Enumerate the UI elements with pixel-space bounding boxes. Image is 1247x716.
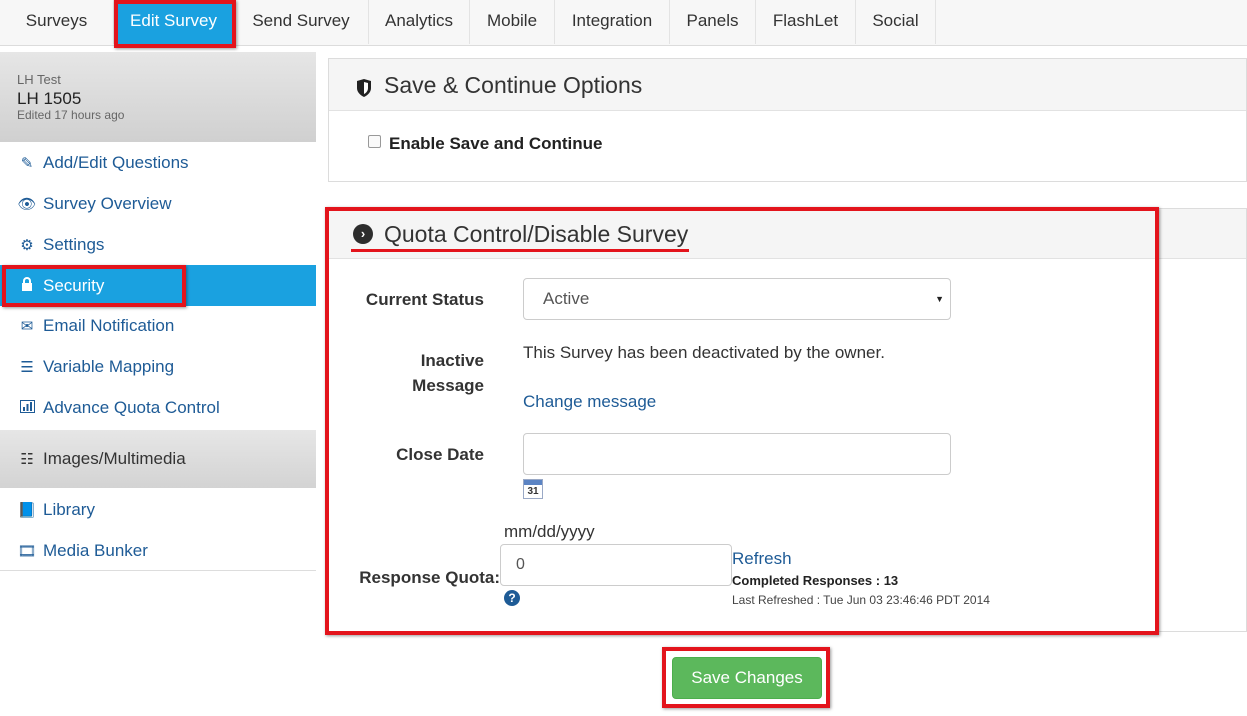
sidebar-item-label: Media Bunker: [43, 541, 148, 560]
sidebar-item-variable-mapping[interactable]: ☰ Variable Mapping: [0, 346, 316, 387]
sidebar-item-label: Settings: [43, 235, 105, 254]
caret-down-icon: ▼: [935, 294, 944, 304]
sidebar-item-label: Library: [43, 500, 95, 519]
book-icon: 📘: [17, 502, 37, 519]
last-refreshed: Last Refreshed : Tue Jun 03 23:46:46 PDT…: [732, 593, 990, 607]
sidebar-item-library[interactable]: 📘 Library: [0, 489, 316, 530]
save-continue-panel: Save & Continue Options Enable Save and …: [328, 58, 1247, 182]
sidebar-item-label: Add/Edit Questions: [43, 153, 189, 172]
envelope-icon: ✉: [20, 318, 34, 335]
current-status-select[interactable]: Active ▼: [523, 278, 951, 320]
change-message-link[interactable]: Change message: [523, 392, 656, 412]
survey-header: LH Test LH 1505 Edited 17 hours ago: [0, 52, 316, 142]
tab-integration[interactable]: Integration: [555, 0, 670, 44]
close-date-label: Close Date: [396, 445, 484, 464]
sidebar-item-label: Email Notification: [43, 316, 175, 335]
bar-chart-icon: [17, 388, 37, 429]
enable-save-continue-checkbox[interactable]: [368, 135, 381, 148]
enable-save-continue-label[interactable]: Enable Save and Continue: [389, 134, 603, 154]
tab-edit-survey[interactable]: Edit Survey: [114, 0, 234, 44]
sidebar-item-advance-quota-control[interactable]: Advance Quota Control: [0, 387, 316, 428]
survey-name: LH 1505: [17, 89, 82, 108]
sidebar-item-security[interactable]: Security: [0, 265, 316, 306]
sidebar-divider: [0, 570, 316, 571]
sidebar-item-add-edit-questions[interactable]: ✎ Add/Edit Questions: [0, 142, 316, 183]
refresh-link[interactable]: Refresh: [732, 549, 792, 569]
tab-social[interactable]: Social: [856, 0, 936, 44]
tab-send-survey[interactable]: Send Survey: [234, 0, 369, 44]
edit-icon: ✎: [20, 155, 34, 172]
eye-icon: 👁: [17, 196, 37, 213]
response-quota-label: Response Quota:: [359, 568, 500, 587]
list-icon: ☰: [20, 359, 34, 376]
date-format-hint: mm/dd/yyyy: [504, 522, 595, 541]
inactive-message-text: This Survey has been deactivated by the …: [523, 343, 885, 362]
sidebar-section-images-multimedia[interactable]: ☷ Images/Multimedia: [0, 430, 316, 488]
tab-mobile[interactable]: Mobile: [470, 0, 555, 44]
top-nav: Surveys Edit Survey Send Survey Analytic…: [0, 0, 1247, 46]
sidebar: LH Test LH 1505 Edited 17 hours ago ✎ Add…: [0, 52, 316, 652]
survey-edited: Edited 17 hours ago: [17, 108, 125, 122]
sidebar-item-survey-overview[interactable]: 👁 Survey Overview: [0, 183, 316, 224]
save-changes-button[interactable]: Save Changes: [672, 657, 822, 699]
tab-surveys[interactable]: Surveys: [0, 0, 114, 44]
sidebar-item-label: Security: [43, 276, 105, 295]
calendar-icon[interactable]: 31: [523, 479, 543, 499]
sidebar-section-label: Images/Multimedia: [43, 449, 186, 468]
inactive-message-label-1: Inactive: [420, 351, 484, 370]
current-status-value: Active: [543, 289, 590, 308]
chevron-right-icon: ›: [353, 224, 373, 244]
inactive-message-label-2: Message: [412, 376, 484, 395]
gears-icon: ⚙: [20, 237, 34, 254]
sidebar-item-label: Advance Quota Control: [43, 398, 220, 417]
list-bullets-icon: ☷: [20, 451, 34, 468]
help-icon[interactable]: ?: [504, 590, 520, 606]
calendar-icon-day: 31: [527, 486, 539, 497]
current-status-label: Current Status: [365, 290, 484, 309]
save-continue-title: Save & Continue Options: [384, 72, 643, 98]
sidebar-item-label: Variable Mapping: [43, 357, 175, 376]
survey-group: LH Test: [17, 72, 61, 87]
shield-icon: [357, 79, 371, 97]
quota-title: Quota Control/Disable Survey: [384, 221, 689, 247]
tab-panels[interactable]: Panels: [670, 0, 756, 44]
sidebar-item-email-notification[interactable]: ✉ Email Notification: [0, 305, 316, 346]
response-quota-input[interactable]: 0: [500, 544, 732, 586]
quota-title-underline: [351, 249, 689, 252]
sidebar-item-settings[interactable]: ⚙ Settings: [0, 224, 316, 265]
tab-flashlet[interactable]: FlashLet: [756, 0, 856, 44]
sidebar-item-media-bunker[interactable]: 🎞 Media Bunker: [0, 530, 316, 571]
save-continue-header: Save & Continue Options: [329, 59, 1246, 111]
completed-responses: Completed Responses : 13: [732, 573, 899, 588]
tab-analytics[interactable]: Analytics: [369, 0, 470, 44]
close-date-input[interactable]: [523, 433, 951, 475]
lock-icon: [17, 266, 37, 307]
film-icon: 🎞: [17, 543, 37, 560]
sidebar-item-label: Survey Overview: [43, 194, 172, 213]
